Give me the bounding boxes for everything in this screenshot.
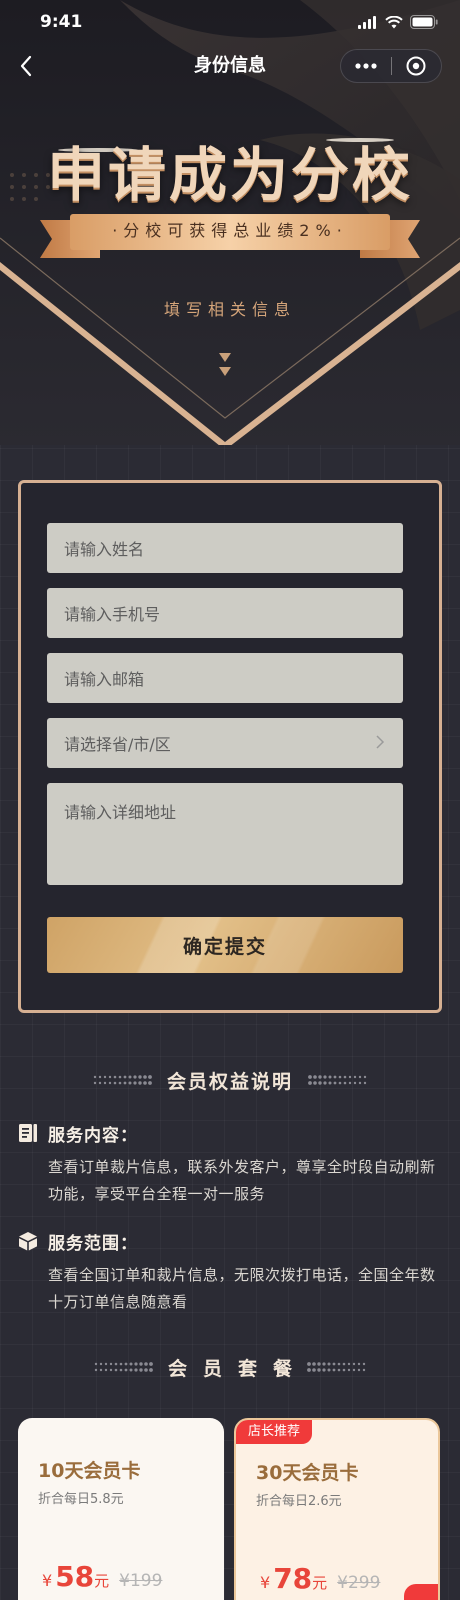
packages-title: 会员套餐	[167, 1357, 308, 1380]
price-currency: ¥	[42, 1571, 53, 1590]
phone-placeholder: 请输入手机号	[64, 605, 161, 624]
target-close-icon	[406, 56, 426, 76]
region-placeholder: 请选择省/市/区	[64, 735, 171, 754]
status-time: 9:41	[40, 12, 83, 32]
hero-title: 申请成为分校	[46, 141, 413, 209]
email-input[interactable]: 请输入邮箱	[47, 653, 403, 703]
document-icon	[19, 1124, 37, 1142]
original-price: ¥299	[337, 1573, 381, 1593]
package-name: 30天会员卡	[256, 1462, 359, 1484]
hero-subtitle: 填写相关信息	[163, 300, 296, 319]
address-textarea[interactable]: 请输入详细地址	[47, 783, 403, 885]
status-bar: 9:41	[0, 0, 460, 44]
packages-header: 会员套餐	[0, 1352, 460, 1382]
benefit-head: 服务范围：	[18, 1228, 442, 1254]
application-form: 请输入姓名 请输入手机号 请输入邮箱 请选择省/市/区 请输入详细地址 确定提交	[18, 480, 442, 1013]
dots-decoration-left	[93, 1075, 152, 1085]
benefit-service-content: 服务内容： 查看订单裁片信息，联系外发客户，尊享全时段自动刷新功能，享受平台全程…	[18, 1120, 442, 1208]
chevron-right-icon	[376, 735, 385, 749]
price-currency: ¥	[260, 1573, 271, 1592]
benefit-description: 查看全国订单和裁片信息，无限次拨打电话，全国全年数十万订单信息随意看	[48, 1266, 436, 1311]
package-daily-price: 折合每日5.8元	[38, 1492, 124, 1507]
dots-decoration-left	[94, 1362, 153, 1372]
dots-decoration-right	[308, 1075, 367, 1085]
price-unit: 元	[94, 1572, 110, 1590]
nav-bar: 身份信息	[0, 44, 460, 88]
benefit-head: 服务内容：	[18, 1120, 442, 1146]
more-button[interactable]	[341, 49, 391, 83]
phone-input[interactable]: 请输入手机号	[47, 588, 403, 638]
mini-program-capsule	[340, 49, 442, 83]
signal-icon	[358, 15, 376, 29]
benefit-description: 查看订单裁片信息，联系外发客户，尊享全时段自动刷新功能，享受平台全程一对一服务	[48, 1158, 436, 1203]
benefit-title: 服务范围：	[48, 1233, 138, 1254]
name-placeholder: 请输入姓名	[64, 540, 145, 559]
page: 9:41 身份信息 申请成为分校 ·分校可获得总业绩2%· 填写相关信息 请输入…	[0, 0, 460, 1600]
benefits-title: 会员权益说明	[166, 1070, 293, 1093]
package-name: 10天会员卡	[38, 1460, 141, 1482]
battery-icon	[410, 15, 438, 29]
benefits-header: 会员权益说明	[0, 1065, 460, 1095]
benefit-service-scope: 服务范围： 查看全国订单和裁片信息，无限次拨打电话，全国全年数十万订单信息随意看	[18, 1228, 442, 1316]
hero-banner: 9:41 身份信息 申请成为分校 ·分校可获得总业绩2%· 填写相关信息	[0, 0, 460, 445]
submit-label: 确定提交	[182, 935, 267, 958]
price-amount: 58	[55, 1560, 95, 1593]
package-card-10day[interactable]: 10天会员卡 折合每日5.8元 ¥ 58 元 ¥199	[18, 1418, 224, 1600]
package-daily-price: 折合每日2.6元	[256, 1494, 342, 1509]
address-placeholder: 请输入详细地址	[64, 803, 177, 822]
region-select[interactable]: 请选择省/市/区	[47, 718, 403, 768]
close-miniprogram-button[interactable]	[391, 49, 441, 83]
original-price: ¥199	[119, 1571, 163, 1591]
name-input[interactable]: 请输入姓名	[47, 523, 403, 573]
benefit-title: 服务内容：	[48, 1125, 138, 1146]
dots-decoration-right	[307, 1362, 366, 1372]
price-unit: 元	[312, 1574, 328, 1592]
package-price: ¥ 78 元 ¥299	[260, 1562, 380, 1595]
package-price: ¥ 58 元 ¥199	[42, 1560, 162, 1593]
box-icon	[19, 1232, 37, 1251]
price-amount: 78	[273, 1562, 313, 1595]
email-placeholder: 请输入邮箱	[64, 670, 145, 689]
status-icons	[358, 15, 438, 29]
submit-button[interactable]: 确定提交	[47, 917, 403, 973]
wifi-icon	[385, 15, 403, 28]
more-dots-icon	[355, 63, 377, 69]
recommend-badge: 店长推荐	[236, 1420, 313, 1444]
hero-ribbon-text: ·分校可获得总业绩2%·	[112, 221, 348, 240]
package-card-30day[interactable]: 店长推荐 30天会员卡 折合每日2.6元 ¥ 78 元 ¥299	[234, 1418, 440, 1600]
selected-corner-tab	[404, 1584, 438, 1600]
